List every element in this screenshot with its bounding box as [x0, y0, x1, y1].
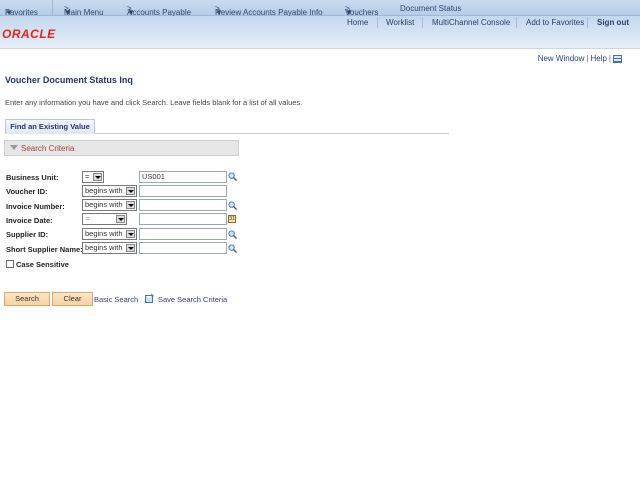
tab-find-existing-value[interactable]: Find an Existing Value [5, 119, 95, 134]
page-title: Voucher Document Status Inq [5, 75, 133, 85]
basic-search-link[interactable]: Basic Search [94, 295, 138, 304]
collapse-triangle-icon [10, 145, 18, 150]
operator-value: begins with [85, 186, 123, 195]
short-supplier-name-label: Short Supplier Name: [6, 245, 83, 254]
case-sensitive-checkbox[interactable] [6, 260, 14, 268]
instructions: Enter any information you have and click… [5, 98, 303, 107]
operator-value: begins with [85, 200, 123, 209]
help-link[interactable]: Help [590, 54, 606, 63]
dropdown-arrow-icon [126, 230, 135, 238]
short-supplier-name-input[interactable] [139, 242, 227, 254]
dropdown-arrow-icon [93, 173, 102, 181]
dropdown-arrow-icon [126, 187, 135, 195]
customize-page-icon[interactable] [613, 54, 622, 63]
invoice-date-label: Invoice Date: [6, 216, 53, 225]
clear-button[interactable]: Clear [52, 292, 93, 306]
lookup-icon[interactable] [228, 201, 237, 210]
invoice-number-input[interactable] [139, 199, 227, 211]
section-label: Search Criteria [21, 144, 75, 153]
new-window-link[interactable]: New Window [538, 54, 585, 63]
multichannel-console-link[interactable]: MultiChannel Console [432, 18, 510, 27]
breadcrumb-document-status[interactable]: Document Status [400, 4, 461, 13]
voucher-id-input[interactable] [139, 185, 227, 197]
save-search-criteria-link[interactable]: Save Search Criteria [158, 295, 227, 304]
tab-divider [95, 133, 449, 134]
business-unit-operator[interactable]: = [82, 171, 104, 183]
lookup-icon[interactable] [228, 244, 237, 253]
calendar-icon[interactable]: 31 [228, 215, 236, 223]
dropdown-arrow-icon [126, 244, 135, 252]
supplier-id-operator[interactable]: begins with [82, 228, 137, 240]
invoice-number-label: Invoice Number: [6, 202, 65, 211]
invoice-date-input[interactable] [139, 213, 227, 225]
breadcrumb-main-menu[interactable]: Main Menu ▼ > [64, 4, 104, 17]
divider [377, 17, 378, 28]
menu-bar: Favorites ▼ Main Menu ▼ > Accounts Payab… [0, 0, 640, 17]
breadcrumb-vouchers[interactable]: Vouchers ▼ > [345, 4, 378, 17]
supplier-id-input[interactable] [139, 228, 227, 240]
sign-out-link[interactable]: Sign out [597, 18, 629, 27]
divider [587, 17, 588, 28]
operator-value: begins with [85, 229, 123, 238]
home-link[interactable]: Home [347, 18, 368, 27]
save-search-icon[interactable] [145, 293, 155, 303]
invoice-date-operator[interactable]: = [82, 213, 127, 225]
business-unit-label: Business Unit: [6, 173, 59, 182]
voucher-id-operator[interactable]: begins with [82, 185, 137, 197]
utility-links: New Window | Help | [538, 54, 622, 63]
lookup-icon[interactable] [228, 230, 237, 239]
operator-value: begins with [85, 243, 123, 252]
dropdown-arrow-icon [116, 215, 125, 223]
divider [516, 17, 517, 28]
short-supplier-name-operator[interactable]: begins with [82, 242, 137, 254]
operator-value: = [85, 214, 90, 223]
voucher-id-label: Voucher ID: [6, 187, 48, 196]
add-to-favorites-link[interactable]: Add to Favorites [526, 18, 584, 27]
menu-divider [52, 0, 53, 16]
breadcrumb-accounts-payable[interactable]: Accounts Payable ▼ > [127, 4, 191, 17]
oracle-logo: ORACLE [2, 27, 56, 41]
business-unit-input[interactable]: US001 [139, 171, 227, 183]
divider [422, 17, 423, 28]
lookup-icon[interactable] [228, 172, 237, 181]
search-button[interactable]: Search [4, 292, 50, 306]
breadcrumb-review-ap-info[interactable]: Review Accounts Payable Info ▼ > [215, 4, 323, 17]
worklist-link[interactable]: Worklist [386, 18, 414, 27]
search-criteria-header[interactable]: Search Criteria [4, 140, 239, 156]
dropdown-arrow-icon [126, 201, 135, 209]
invoice-number-operator[interactable]: begins with [82, 199, 137, 211]
supplier-id-label: Supplier ID: [6, 230, 49, 239]
operator-value: = [85, 172, 90, 181]
case-sensitive-label: Case Sensitive [16, 260, 69, 269]
